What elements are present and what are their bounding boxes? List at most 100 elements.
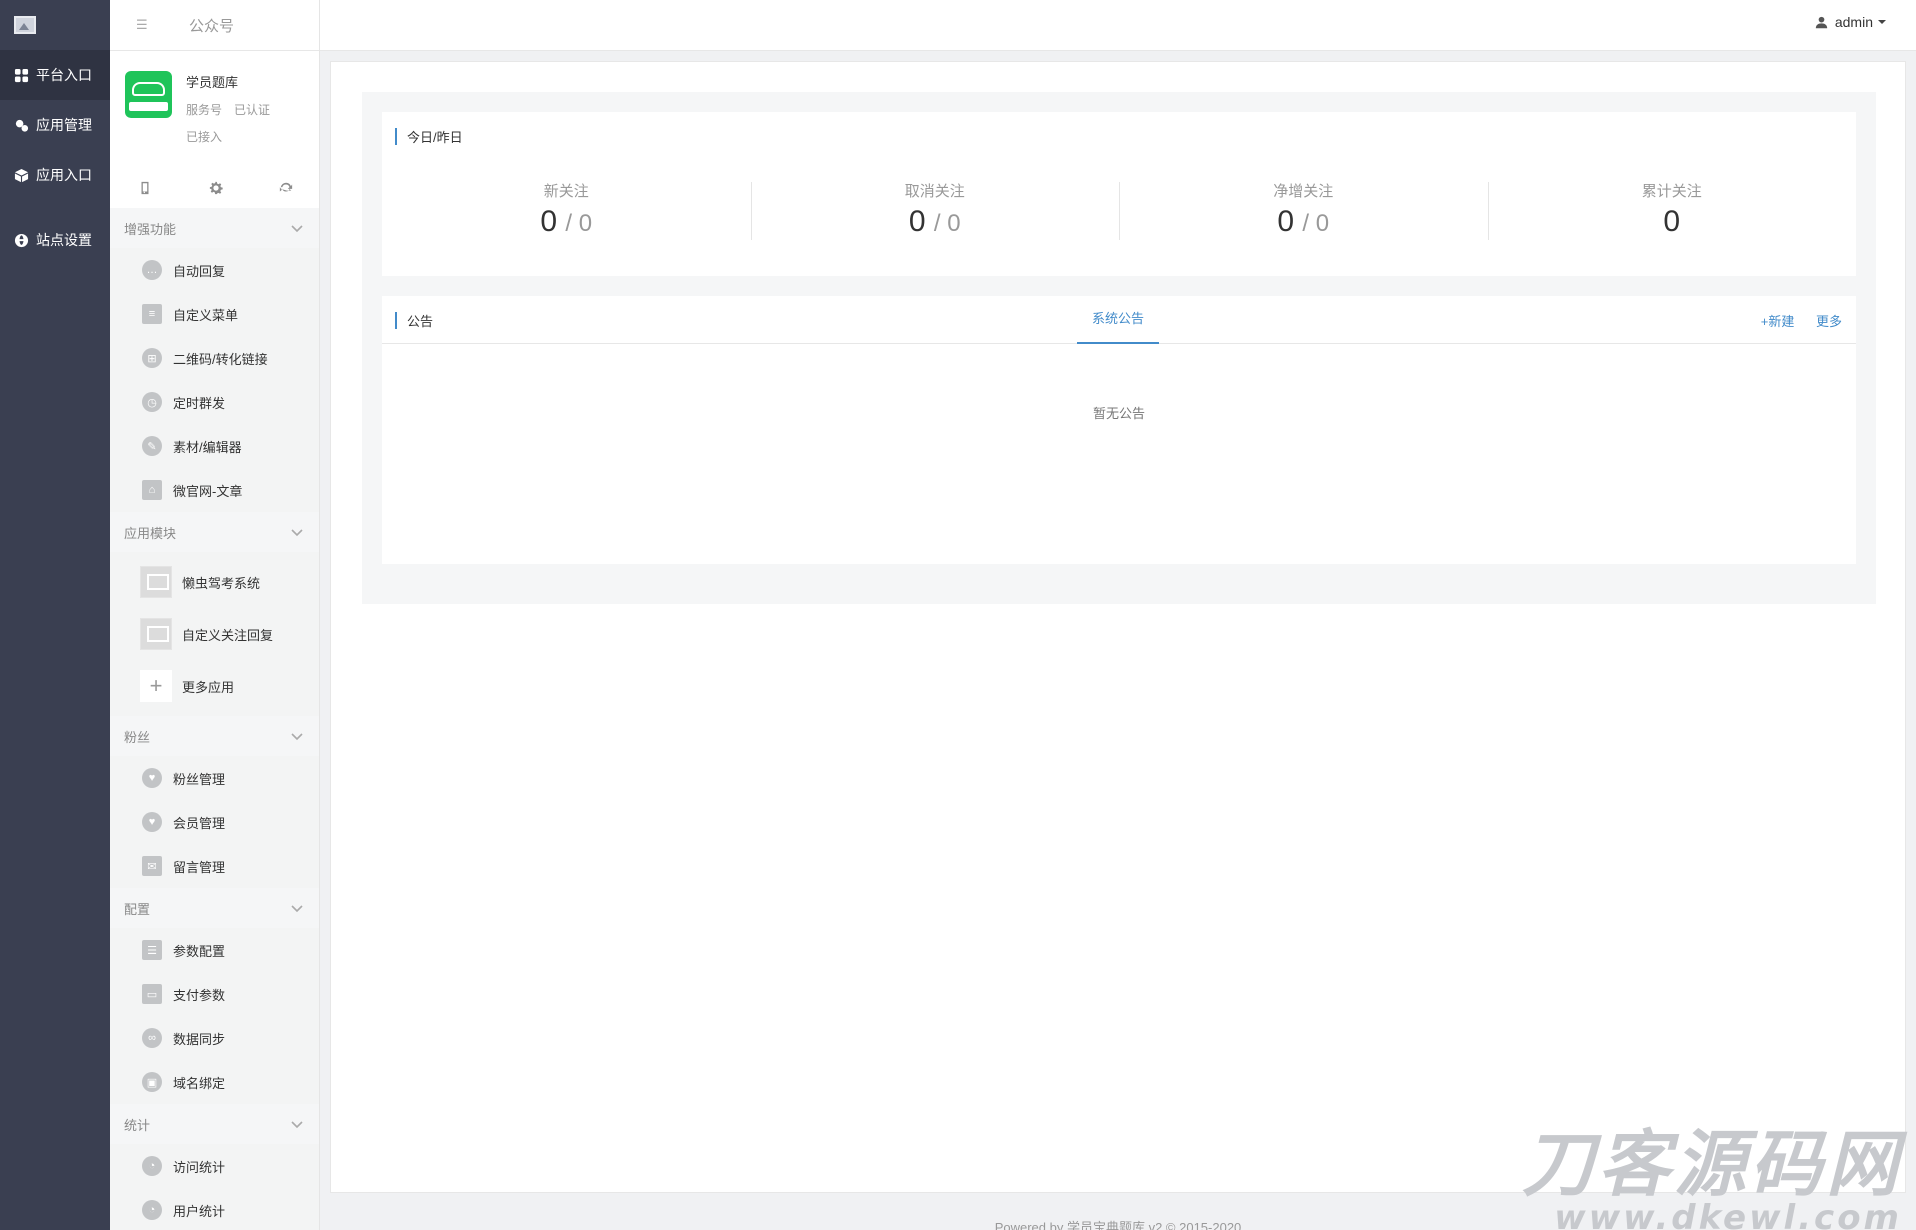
chevron-down-icon xyxy=(291,225,303,233)
monitor-icon: ▣ xyxy=(142,1072,162,1092)
app-follow-reply[interactable]: 自定义关注回复 xyxy=(110,608,319,660)
stat-today: 0 xyxy=(908,205,926,238)
menu-label: 更多应用 xyxy=(182,679,235,695)
menu-scheduled-send[interactable]: ◷ 定时群发 xyxy=(110,380,319,424)
more-link[interactable]: 更多 xyxy=(1816,314,1842,329)
menu-label: 懒虫驾考系统 xyxy=(182,575,261,591)
refresh-icon[interactable] xyxy=(279,181,293,195)
nav-item-site-settings[interactable]: 站点设置 xyxy=(0,215,110,265)
document-icon: ≡ xyxy=(142,304,162,324)
chevron-down-icon xyxy=(291,1121,303,1129)
account-verified: 已认证 xyxy=(234,103,271,117)
notice-card: 公告 系统公告 +新建 更多 暂无公告 xyxy=(382,296,1856,564)
tab-system-notice[interactable]: 系统公告 xyxy=(1077,296,1159,344)
menu-fans-manage[interactable]: ♥ 粉丝管理 xyxy=(110,756,319,800)
chevron-down-icon xyxy=(291,529,303,537)
group-enhanced[interactable]: 增强功能 xyxy=(110,208,319,248)
menu-auto-reply[interactable]: … 自动回复 xyxy=(110,248,319,292)
caret-down-icon xyxy=(1878,20,1886,24)
menu-label: 自动回复 xyxy=(173,263,226,279)
app-image-icon xyxy=(140,618,172,650)
menu-domain-bind[interactable]: ▣ 域名绑定 xyxy=(110,1060,319,1104)
watermark-text: 刀客源码网 xyxy=(1521,1122,1902,1206)
menu-custom-menu[interactable]: ≡ 自定义菜单 xyxy=(110,292,319,336)
menu-message-manage[interactable]: ✉ 留言管理 xyxy=(110,844,319,888)
group-config[interactable]: 配置 xyxy=(110,888,319,928)
sidebar-header: ☰ 公众号 xyxy=(110,0,319,51)
menu-microsite-article[interactable]: ⌂ 微官网-文章 xyxy=(110,468,319,512)
menu-material-editor[interactable]: ✎ 素材/编辑器 xyxy=(110,424,319,468)
empty-notice: 暂无公告 xyxy=(1092,406,1145,421)
menu-user-stats[interactable]: ◔ 用户统计 xyxy=(110,1188,319,1230)
pie-chart-icon: ◔ xyxy=(142,1156,162,1176)
card-title: 公告 xyxy=(395,310,433,330)
logo-image-icon xyxy=(14,16,36,34)
chat-bubble-icon: … xyxy=(142,260,162,280)
stat-total-follow: 累计关注 0 xyxy=(1487,180,1857,240)
envelope-icon: ✉ xyxy=(142,856,162,876)
menu-label: 会员管理 xyxy=(173,815,226,831)
account-card: 学员题库 服务号 已认证 已接入 xyxy=(110,51,319,161)
watermark-url: www.dkewl.com xyxy=(1554,1198,1902,1230)
menu-label: 自定义关注回复 xyxy=(182,627,274,643)
stat-today: 0 xyxy=(1277,205,1295,238)
account-tools xyxy=(110,176,319,200)
watermark: 刀客源码网 www.dkewl.com xyxy=(1522,1128,1902,1230)
menu-label: 留言管理 xyxy=(173,859,226,875)
user-menu[interactable]: admin xyxy=(1815,14,1886,30)
menu-member-manage[interactable]: ♥ 会员管理 xyxy=(110,800,319,844)
group-title: 应用模块 xyxy=(124,525,177,541)
pencil-icon: ✎ xyxy=(142,436,162,456)
menu-label: 数据同步 xyxy=(173,1031,226,1047)
menu-qrcode[interactable]: ⊞ 二维码/转化链接 xyxy=(110,336,319,380)
menu-label: 微官网-文章 xyxy=(173,483,243,499)
site-logo[interactable] xyxy=(0,0,110,50)
sidebar: ☰ 公众号 学员题库 服务号 已认证 已接入 增强功能 … 自动回复 ≡ 自定义菜单 … xyxy=(110,0,320,1230)
nav-item-platform[interactable]: 平台入口 xyxy=(0,50,110,100)
new-notice-link[interactable]: +新建 xyxy=(1761,314,1795,329)
group-title: 统计 xyxy=(124,1117,151,1133)
menu-label: 用户统计 xyxy=(173,1203,226,1219)
nav-label: 平台入口 xyxy=(36,67,92,83)
nav-label: 站点设置 xyxy=(36,232,92,248)
menu-label: 粉丝管理 xyxy=(173,771,226,787)
stat-label: 取消关注 xyxy=(904,183,965,200)
stat-label: 新关注 xyxy=(543,183,589,200)
stat-net-growth: 净增关注 0 / 0 xyxy=(1119,180,1488,240)
stat-label: 累计关注 xyxy=(1641,183,1702,200)
menu-payment[interactable]: ▭ 支付参数 xyxy=(110,972,319,1016)
app-driving-exam[interactable]: 懒虫驾考系统 xyxy=(110,556,319,608)
plus-icon: + xyxy=(140,670,172,702)
menu-toggle-icon[interactable]: ☰ xyxy=(136,17,152,33)
nav-item-app-manage[interactable]: 应用管理 xyxy=(0,100,110,150)
globe-icon xyxy=(13,232,29,248)
pie-chart-icon: ◔ xyxy=(142,1200,162,1220)
heart-icon: ♥ xyxy=(142,768,162,788)
dashboard-panel: 今日/昨日 新关注 0 / 0 取消关注 0 / 0 净增关注 0 / 0 累计… xyxy=(362,92,1876,604)
grid-icon xyxy=(13,67,29,83)
menu-params[interactable]: ☰ 参数配置 xyxy=(110,928,319,972)
group-title: 增强功能 xyxy=(124,221,177,237)
stat-new-follow: 新关注 0 / 0 xyxy=(382,180,751,239)
link-icon: ∞ xyxy=(142,1028,162,1048)
nav-item-app-entry[interactable]: 应用入口 xyxy=(0,150,110,200)
group-fans[interactable]: 粉丝 xyxy=(110,716,319,756)
stat-today: 0 xyxy=(1663,205,1681,238)
group-app-modules[interactable]: 应用模块 xyxy=(110,512,319,552)
fans-overview-card: 今日/昨日 新关注 0 / 0 取消关注 0 / 0 净增关注 0 / 0 累计… xyxy=(382,112,1856,276)
stat-yesterday: / 0 xyxy=(933,210,961,237)
gear-icon[interactable] xyxy=(209,181,223,195)
username: admin xyxy=(1834,14,1873,30)
menu-data-sync[interactable]: ∞ 数据同步 xyxy=(110,1016,319,1060)
mobile-icon[interactable] xyxy=(138,181,152,195)
group-stats[interactable]: 统计 xyxy=(110,1104,319,1144)
menu-visit-stats[interactable]: ◔ 访问统计 xyxy=(110,1144,319,1188)
account-name: 学员题库 xyxy=(186,75,239,90)
card-title: 今日/昨日 xyxy=(395,126,463,146)
chevron-down-icon xyxy=(291,905,303,913)
app-more[interactable]: + 更多应用 xyxy=(110,660,319,712)
stats-row: 新关注 0 / 0 取消关注 0 / 0 净增关注 0 / 0 累计关注 0 xyxy=(382,180,1857,240)
home-icon: ⌂ xyxy=(142,480,162,500)
menu-label: 域名绑定 xyxy=(173,1075,226,1091)
account-avatar xyxy=(125,71,172,118)
